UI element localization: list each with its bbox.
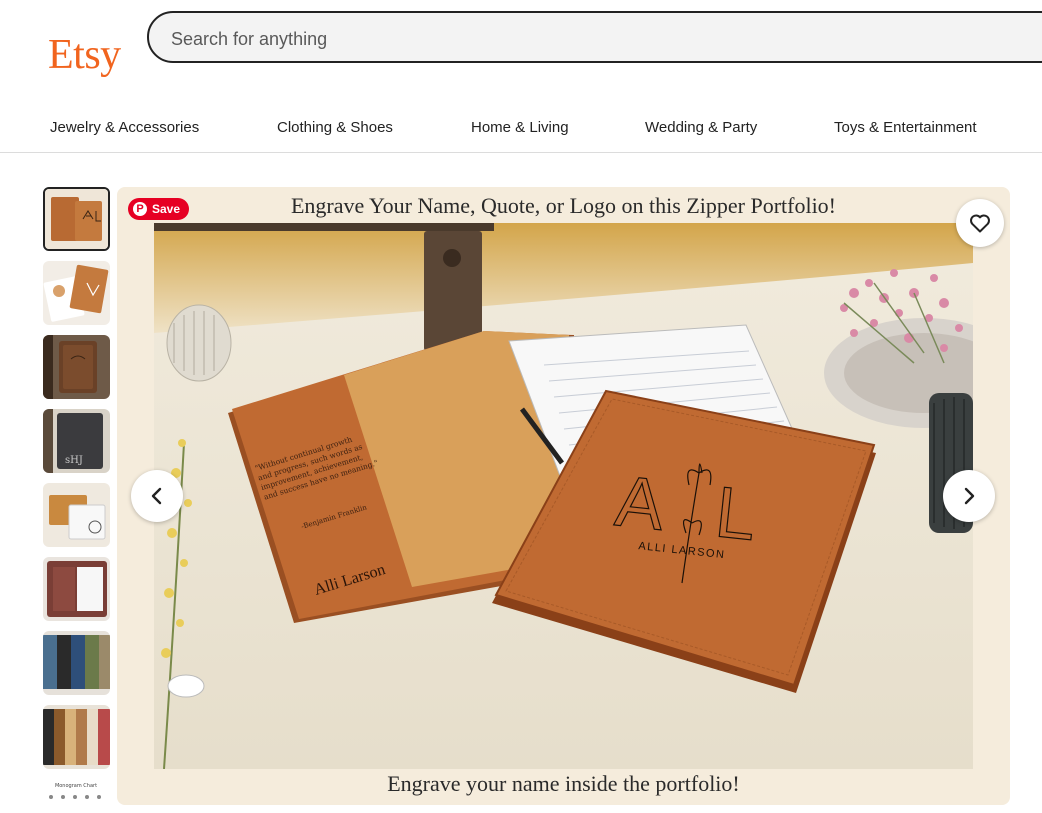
heart-icon (970, 214, 990, 233)
search-input[interactable] (169, 25, 1033, 53)
image-caption-top: Engrave Your Name, Quote, or Logo on thi… (290, 193, 837, 218)
category-jewelry-accessories[interactable]: Jewelry & Accessories (50, 119, 199, 136)
next-image-button[interactable] (943, 470, 995, 522)
product-photo: "Without continual growth and progress, … (154, 223, 973, 769)
image-caption-bottom: Engrave your name inside the portfolio! (387, 771, 740, 796)
category-wedding-party[interactable]: Wedding & Party (645, 119, 757, 136)
pinterest-save-label: Save (152, 202, 181, 216)
chevron-left-icon (151, 487, 162, 505)
pinterest-save-button[interactable]: P Save (128, 198, 189, 220)
thumbnail-6[interactable] (43, 557, 110, 621)
main-image-container[interactable]: Engrave Your Name, Quote, or Logo on thi… (117, 187, 1010, 805)
pinterest-icon: P (133, 202, 147, 216)
cover-monogram-right: L (712, 472, 760, 556)
category-nav: Jewelry & Accessories Clothing & Shoes H… (0, 119, 1042, 139)
previous-image-button[interactable] (131, 470, 183, 522)
thumbnail-7[interactable] (43, 631, 110, 695)
glass-votive (166, 304, 232, 382)
cover-monogram-left: A (612, 461, 668, 546)
site-header: Etsy Jewelry & Accessories Clothing & Sh… (0, 0, 1042, 153)
thumbnail-2[interactable] (43, 261, 110, 325)
thumbnail-strip: sHJ Monogram Chart (43, 187, 110, 807)
thumbnail-5[interactable] (43, 483, 110, 547)
favorite-button[interactable] (956, 199, 1004, 247)
thumbnail-4[interactable]: sHJ (43, 409, 110, 473)
thumbnail-4-monogram: sHJ (65, 455, 83, 466)
thumbnail-3[interactable] (43, 335, 110, 399)
thumbnail-8[interactable] (43, 705, 110, 769)
etsy-logo[interactable]: Etsy (48, 30, 121, 80)
chevron-right-icon (964, 487, 975, 505)
thumbnail-9[interactable]: Monogram Chart (43, 779, 110, 807)
category-home-living[interactable]: Home & Living (471, 119, 569, 136)
thumbnail-9-title: Monogram Chart (55, 783, 97, 789)
category-clothing-shoes[interactable]: Clothing & Shoes (277, 119, 393, 136)
search-bar[interactable] (147, 11, 1042, 63)
category-toys-entertainment[interactable]: Toys & Entertainment (834, 119, 977, 136)
thumbnail-1[interactable] (43, 187, 110, 251)
